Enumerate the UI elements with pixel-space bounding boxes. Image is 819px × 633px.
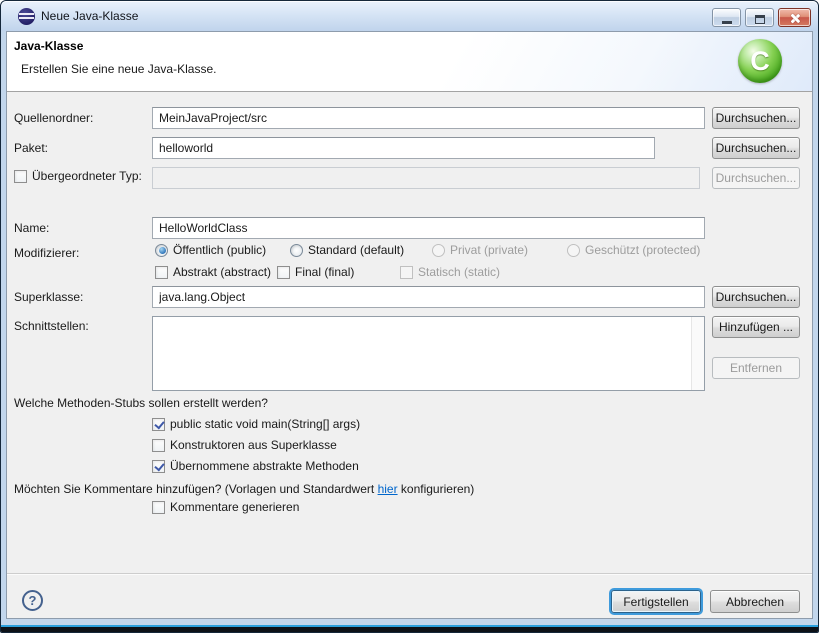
enclosing-type-input[interactable] <box>152 167 700 189</box>
superclass-input[interactable] <box>152 286 705 308</box>
checkbox-abstract[interactable]: Abstrakt (abstract) <box>155 265 271 279</box>
close-button[interactable] <box>778 8 811 27</box>
maximize-button[interactable] <box>745 8 774 27</box>
source-folder-input[interactable] <box>152 107 705 129</box>
checkbox-constructors[interactable]: Konstruktoren aus Superklasse <box>152 438 337 452</box>
class-icon-letter: C <box>750 48 770 75</box>
checkbox-final[interactable]: Final (final) <box>277 265 354 279</box>
checkbox-icon <box>277 266 290 279</box>
checkbox-icon <box>152 501 165 514</box>
interfaces-list-scrollbar[interactable] <box>691 317 704 390</box>
close-icon <box>789 13 800 24</box>
configure-templates-link[interactable]: hier <box>378 482 398 496</box>
eclipse-icon <box>18 8 35 25</box>
interfaces-remove-button[interactable]: Entfernen <box>712 357 800 379</box>
minimize-button[interactable] <box>712 8 741 27</box>
enclosing-type-browse-button[interactable]: Durchsuchen... <box>712 167 800 189</box>
comments-question-suffix: konfigurieren) <box>398 482 475 496</box>
radio-icon <box>432 244 445 257</box>
modifiers-label: Modifizierer: <box>14 246 79 260</box>
interfaces-label: Schnittstellen: <box>14 319 89 333</box>
superclass-label: Superklasse: <box>14 290 83 304</box>
finish-button[interactable]: Fertigstellen <box>611 590 701 613</box>
package-browse-button[interactable]: Durchsuchen... <box>712 137 800 159</box>
enclosing-type-checkbox[interactable]: Übergeordneter Typ: <box>14 169 142 183</box>
checkbox-generate-comments[interactable]: Kommentare generieren <box>152 500 299 514</box>
dialog-body: Java-Klasse Erstellen Sie eine neue Java… <box>6 31 813 619</box>
footer-separator <box>7 573 812 574</box>
minimize-icon <box>722 21 732 24</box>
radio-private[interactable]: Privat (private) <box>432 243 528 257</box>
enclosing-type-label: Übergeordneter Typ: <box>32 169 142 183</box>
maximize-icon <box>755 15 765 24</box>
source-folder-browse-button[interactable]: Durchsuchen... <box>712 107 800 129</box>
new-java-class-dialog: Neue Java-Klasse Java-Klasse Erstellen S… <box>0 0 819 633</box>
checkbox-icon <box>155 266 168 279</box>
java-class-icon: C <box>738 39 782 83</box>
radio-icon <box>290 244 303 257</box>
wizard-description: Erstellen Sie eine neue Java-Klasse. <box>21 62 216 76</box>
superclass-browse-button[interactable]: Durchsuchen... <box>712 286 800 308</box>
checkbox-icon <box>14 170 27 183</box>
interfaces-add-button[interactable]: Hinzufügen ... <box>712 316 800 338</box>
checkbox-main-method[interactable]: public static void main(String[] args) <box>152 417 360 431</box>
comments-question-prefix: Möchten Sie Kommentare hinzufügen? (Vorl… <box>14 482 378 496</box>
wizard-header: Java-Klasse Erstellen Sie eine neue Java… <box>7 32 812 92</box>
titlebar[interactable]: Neue Java-Klasse <box>1 1 818 31</box>
wizard-title: Java-Klasse <box>14 39 83 53</box>
help-button[interactable]: ? <box>22 590 43 611</box>
source-folder-label: Quellenordner: <box>14 111 93 125</box>
checkbox-icon <box>152 439 165 452</box>
radio-icon <box>567 244 580 257</box>
window-bottom-edge <box>1 627 818 632</box>
checkbox-icon <box>400 266 413 279</box>
help-icon: ? <box>29 593 37 608</box>
radio-default[interactable]: Standard (default) <box>290 243 404 257</box>
checkbox-icon <box>152 460 165 473</box>
method-stubs-question: Welche Methoden-Stubs sollen erstellt we… <box>14 396 268 410</box>
window-controls <box>712 8 811 27</box>
radio-icon <box>155 244 168 257</box>
checkbox-icon <box>152 418 165 431</box>
package-label: Paket: <box>14 141 48 155</box>
window-title: Neue Java-Klasse <box>41 1 138 31</box>
package-input[interactable] <box>152 137 655 159</box>
radio-protected[interactable]: Geschützt (protected) <box>567 243 700 257</box>
checkbox-static[interactable]: Statisch (static) <box>400 265 500 279</box>
cancel-button[interactable]: Abbrechen <box>710 590 800 613</box>
radio-public[interactable]: Öffentlich (public) <box>155 243 266 257</box>
checkbox-inherited-abstract[interactable]: Übernommene abstrakte Methoden <box>152 459 359 473</box>
class-name-input[interactable] <box>152 217 705 239</box>
name-label: Name: <box>14 221 49 235</box>
comments-question: Möchten Sie Kommentare hinzufügen? (Vorl… <box>14 482 474 496</box>
interfaces-list[interactable] <box>152 316 705 391</box>
